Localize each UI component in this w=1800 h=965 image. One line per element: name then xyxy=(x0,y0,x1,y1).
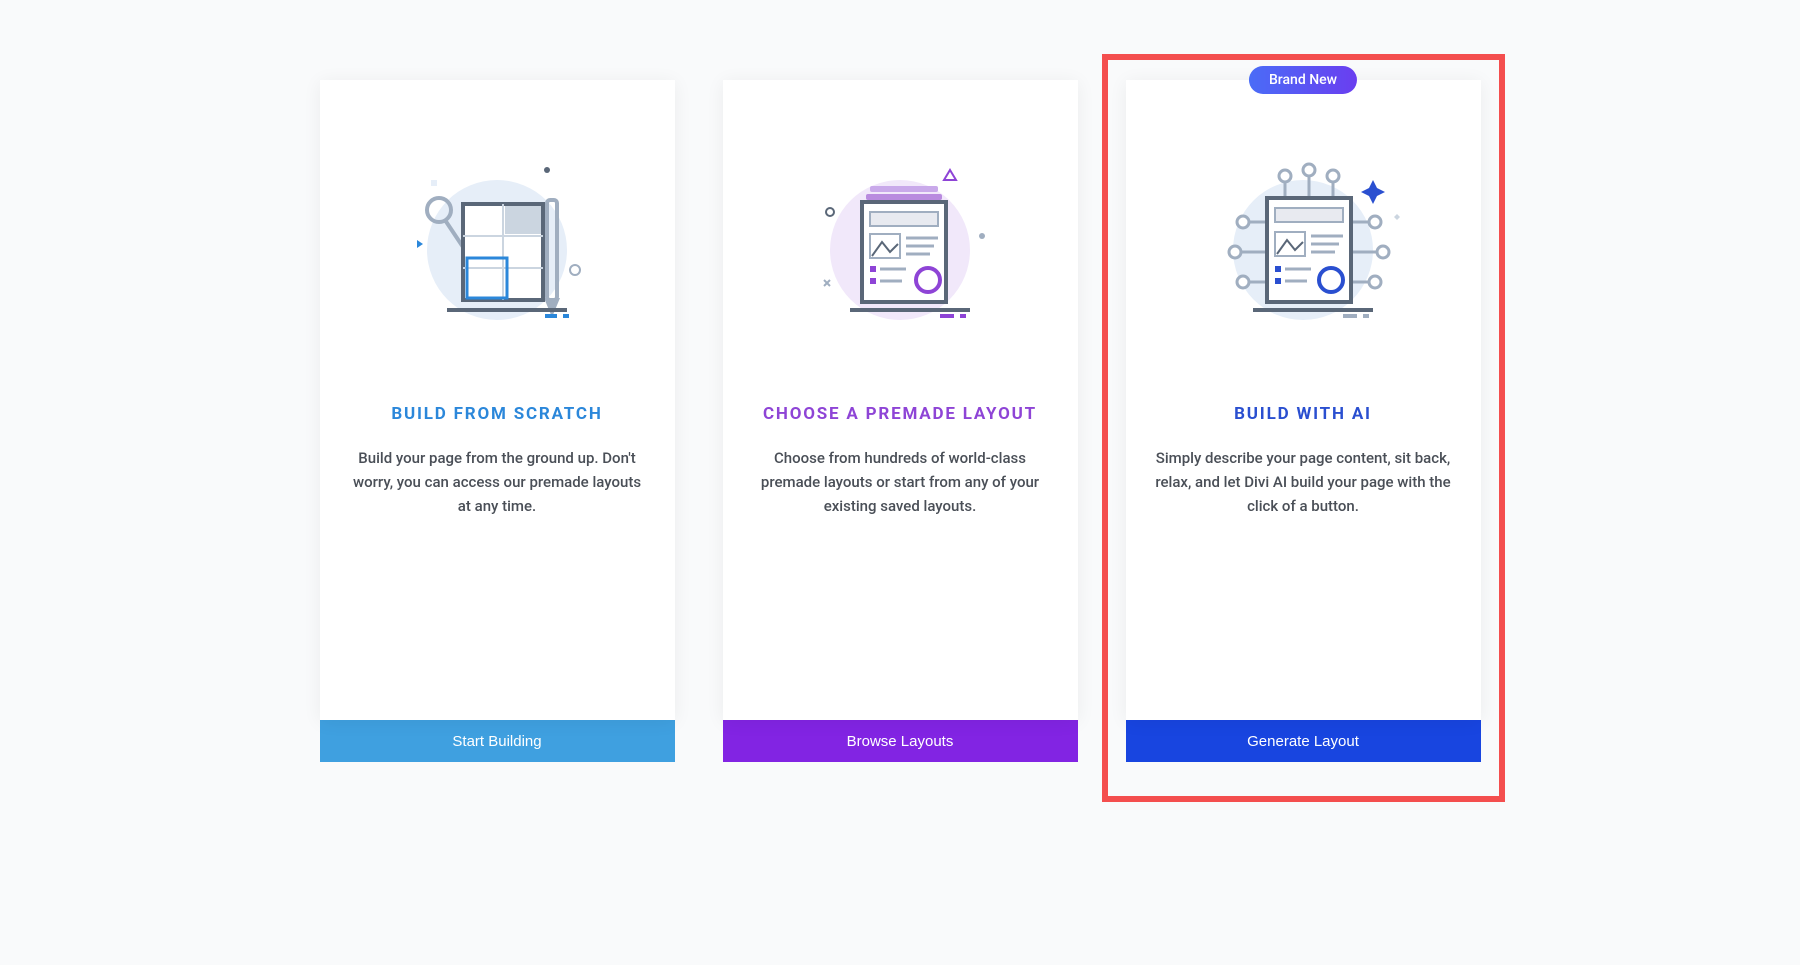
option-build-from-scratch[interactable]: BUILD FROM SCRATCH Build your page from … xyxy=(320,80,675,762)
card-title: BUILD WITH AI xyxy=(1234,404,1372,424)
option-build-with-ai[interactable]: Brand New xyxy=(1126,80,1481,762)
browse-layouts-button[interactable]: Browse Layouts xyxy=(723,720,1078,762)
card-description: Simply describe your page content, sit b… xyxy=(1154,446,1453,518)
layout-options-container: BUILD FROM SCRATCH Build your page from … xyxy=(0,0,1800,762)
card-title: BUILD FROM SCRATCH xyxy=(391,404,602,424)
card-description: Choose from hundreds of world-class prem… xyxy=(751,446,1050,518)
build-with-ai-icon xyxy=(1193,140,1413,360)
premade-layout-icon xyxy=(790,140,1010,360)
generate-layout-button[interactable]: Generate Layout xyxy=(1126,720,1481,762)
brand-new-badge: Brand New xyxy=(1249,66,1357,94)
card-title: CHOOSE A PREMADE LAYOUT xyxy=(763,404,1037,424)
start-building-button[interactable]: Start Building xyxy=(320,720,675,762)
build-from-scratch-icon xyxy=(387,140,607,360)
option-premade-layout[interactable]: CHOOSE A PREMADE LAYOUT Choose from hund… xyxy=(723,80,1078,762)
card-description: Build your page from the ground up. Don'… xyxy=(348,446,647,518)
